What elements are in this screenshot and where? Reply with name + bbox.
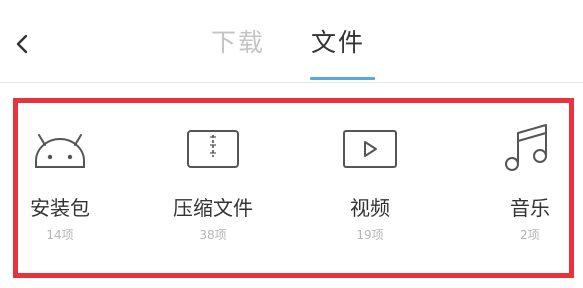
category-count: 38项 bbox=[199, 228, 227, 242]
category-count: 19项 bbox=[356, 228, 384, 242]
android-icon bbox=[30, 123, 90, 175]
tab-download[interactable]: 下载 bbox=[211, 26, 265, 60]
archive-icon bbox=[183, 123, 243, 175]
category-music[interactable]: 音乐 2项 bbox=[470, 103, 583, 273]
category-video[interactable]: 视频 19项 bbox=[310, 103, 430, 273]
category-apk[interactable]: 安装包 14项 bbox=[0, 103, 120, 273]
category-label: 压缩文件 bbox=[173, 196, 253, 220]
category-label: 视频 bbox=[350, 196, 390, 220]
tab-bar: 下载 文件 bbox=[0, 0, 583, 84]
category-label: 音乐 bbox=[510, 196, 550, 220]
category-label: 安装包 bbox=[30, 196, 90, 220]
category-archive[interactable]: 压缩文件 38项 bbox=[153, 103, 273, 273]
music-note-icon bbox=[500, 123, 560, 175]
category-count: 2项 bbox=[520, 228, 540, 242]
top-bar: 下载 文件 bbox=[0, 0, 583, 84]
tab-files[interactable]: 文件 bbox=[311, 26, 365, 60]
header-divider bbox=[0, 82, 583, 83]
file-category-highlight: 安装包 14项 压缩文件 38项 视频 19项 音乐 2项 bbox=[13, 98, 574, 278]
video-play-icon bbox=[340, 123, 400, 175]
active-tab-indicator bbox=[310, 77, 375, 80]
category-count: 14项 bbox=[46, 228, 74, 242]
